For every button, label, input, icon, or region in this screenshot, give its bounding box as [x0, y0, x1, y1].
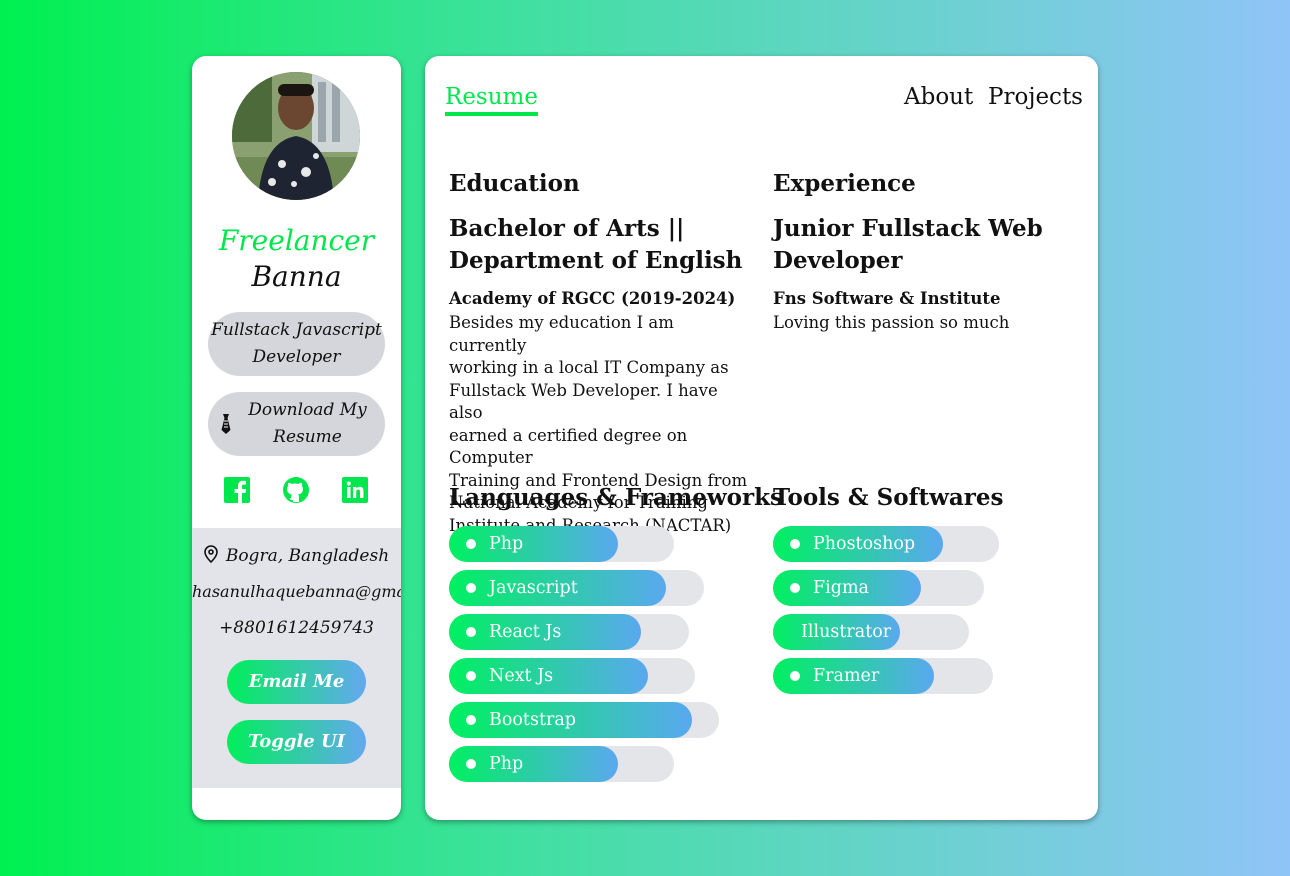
tab-projects[interactable]: Projects: [988, 82, 1083, 112]
tie-icon: [220, 414, 232, 443]
job-title-line2: Developer: [773, 247, 903, 274]
download-resume-button[interactable]: Download My Resume: [208, 392, 385, 456]
avatar: [232, 72, 360, 200]
toggle-ui-button[interactable]: Toggle UI: [227, 720, 366, 764]
profile-sidebar: Freelancer Banna Fullstack Javascript De…: [192, 56, 401, 820]
skill-label: Javascript: [489, 578, 578, 598]
email-text: hasanulhaquebanna@gmail.com: [192, 582, 401, 601]
skill-bar: Framer: [773, 658, 993, 694]
experience-heading: Experience: [773, 170, 916, 197]
skill-bar: Figma: [773, 570, 984, 606]
tools-heading: Tools & Softwares: [773, 484, 1004, 511]
education-description-line: Fullstack Web Developer. I have also: [449, 380, 718, 423]
education-heading: Education: [449, 170, 580, 197]
bullet-icon: [790, 671, 800, 681]
skill-label: React Js: [489, 622, 562, 642]
bullet-icon: [466, 583, 476, 593]
location-row: Bogra, Bangladesh: [192, 545, 401, 568]
bullet-icon: [466, 715, 476, 725]
languages-heading: Languages & Frameworks: [449, 484, 784, 511]
institution-name: Academy of RGCC (2019-2024): [449, 289, 736, 308]
education-description-line: earned a certified degree on Computer: [449, 425, 688, 468]
degree-title-line2: Department of English: [449, 247, 743, 274]
skill-bar: Javascript: [449, 570, 704, 606]
facebook-icon[interactable]: [223, 476, 251, 504]
education-description-line: working in a local IT Company as: [449, 358, 729, 377]
skill-label: Framer: [813, 666, 880, 686]
degree-title-line1: Bachelor of Arts ||: [449, 215, 685, 242]
bullet-icon: [466, 671, 476, 681]
tab-about[interactable]: About: [904, 82, 973, 112]
skill-label: Php: [489, 534, 524, 554]
skill-bar: Illustrator: [773, 614, 969, 650]
company-name: Fns Software & Institute: [773, 289, 1001, 308]
linkedin-icon[interactable]: [341, 476, 369, 504]
skill-label: Php: [489, 754, 524, 774]
skill-label: Figma: [813, 578, 869, 598]
skill-bar: React Js: [449, 614, 689, 650]
bullet-icon: [790, 539, 800, 549]
skill-label: Next Js: [489, 666, 554, 686]
bullet-icon: [790, 583, 800, 593]
skill-bar: Next Js: [449, 658, 695, 694]
tab-resume[interactable]: Resume: [445, 82, 538, 116]
github-icon[interactable]: [282, 476, 310, 504]
skill-bar: Bootstrap: [449, 702, 719, 738]
bullet-icon: [466, 759, 476, 769]
skill-label: Illustrator: [801, 622, 892, 642]
location-pin-icon: [204, 545, 218, 568]
download-resume-label: Download My Resume: [248, 400, 367, 447]
job-title-line1: Junior Fullstack Web: [773, 215, 1043, 242]
contact-panel: Bogra, Bangladesh hasanulhaquebanna@gmai…: [192, 528, 401, 788]
role-badge: Fullstack Javascript Developer: [208, 312, 385, 376]
skill-label: Phostoshop: [813, 534, 916, 554]
skill-bar: Php: [449, 526, 674, 562]
bullet-icon: [466, 539, 476, 549]
education-description-line: Besides my education I am currently: [449, 313, 674, 355]
phone-text: +8801612459743: [219, 618, 374, 638]
brand-title: Freelancer: [218, 224, 375, 257]
experience-description: Loving this passion so much: [773, 313, 1010, 332]
skill-bar: Phostoshop: [773, 526, 999, 562]
resume-panel: Resume About Projects Education Bachelor…: [425, 56, 1098, 820]
social-links: [192, 476, 401, 508]
skill-label: Bootstrap: [489, 710, 576, 730]
email-me-button[interactable]: Email Me: [227, 660, 366, 704]
location-text: Bogra, Bangladesh: [225, 546, 390, 566]
skill-bar: Php: [449, 746, 674, 782]
brand-name: Banna: [251, 260, 342, 293]
bullet-icon: [466, 627, 476, 637]
